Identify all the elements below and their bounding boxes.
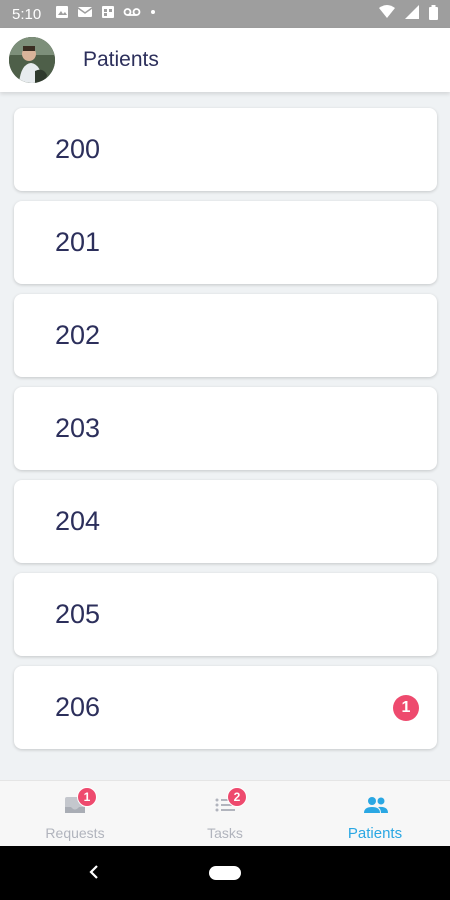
home-button[interactable]: [209, 866, 241, 880]
wifi-icon: [379, 5, 395, 23]
image-icon: [55, 5, 69, 23]
patient-label: 204: [55, 506, 101, 536]
notification-badge: 1: [393, 694, 419, 721]
patient-label: 202: [55, 320, 101, 350]
nav-patients-label: Patients: [347, 825, 403, 842]
status-time: 5:10: [12, 5, 42, 23]
calendar-icon: [101, 5, 115, 23]
bottom-nav: 1 Requests 2 Tasks Patients: [0, 780, 450, 846]
mail-icon: [77, 5, 93, 23]
patient-card[interactable]: 205: [14, 573, 437, 656]
patient-card[interactable]: 204: [14, 480, 437, 563]
tasks-badge: 2: [227, 787, 247, 807]
nav-requests-label: Requests: [45, 825, 105, 841]
patient-card[interactable]: 203: [14, 387, 437, 470]
nav-patients[interactable]: Patients: [300, 781, 450, 846]
patient-label: 200: [55, 134, 101, 164]
patient-label: 201: [55, 227, 101, 257]
patient-label: 206: [55, 692, 101, 722]
status-bar: 5:10: [0, 0, 450, 28]
nav-requests[interactable]: 1 Requests: [0, 781, 150, 846]
avatar[interactable]: [9, 37, 55, 83]
requests-badge: 1: [77, 787, 97, 807]
patient-label: 203: [55, 413, 101, 443]
patient-card[interactable]: 201: [14, 201, 437, 284]
app-bar: Patients: [0, 28, 450, 92]
battery-icon: [429, 4, 438, 24]
page-title: Patients: [83, 48, 159, 71]
inbox-icon: 1: [63, 787, 97, 817]
nav-tasks-label: Tasks: [207, 825, 243, 841]
patient-card[interactable]: 206 1: [14, 666, 437, 749]
system-nav-bar: [0, 846, 450, 900]
list-icon: 2: [213, 787, 247, 817]
people-icon: [363, 793, 388, 817]
voicemail-icon: [123, 5, 141, 23]
patient-label: 205: [55, 599, 101, 629]
patient-card[interactable]: 200: [14, 108, 437, 191]
back-icon[interactable]: [88, 860, 100, 886]
nav-tasks[interactable]: 2 Tasks: [150, 781, 300, 846]
patient-card[interactable]: 202: [14, 294, 437, 377]
dot-icon: [149, 5, 157, 23]
patient-list: 200 201 202 203 204 205 206 1: [14, 108, 437, 759]
signal-icon: [405, 5, 419, 23]
